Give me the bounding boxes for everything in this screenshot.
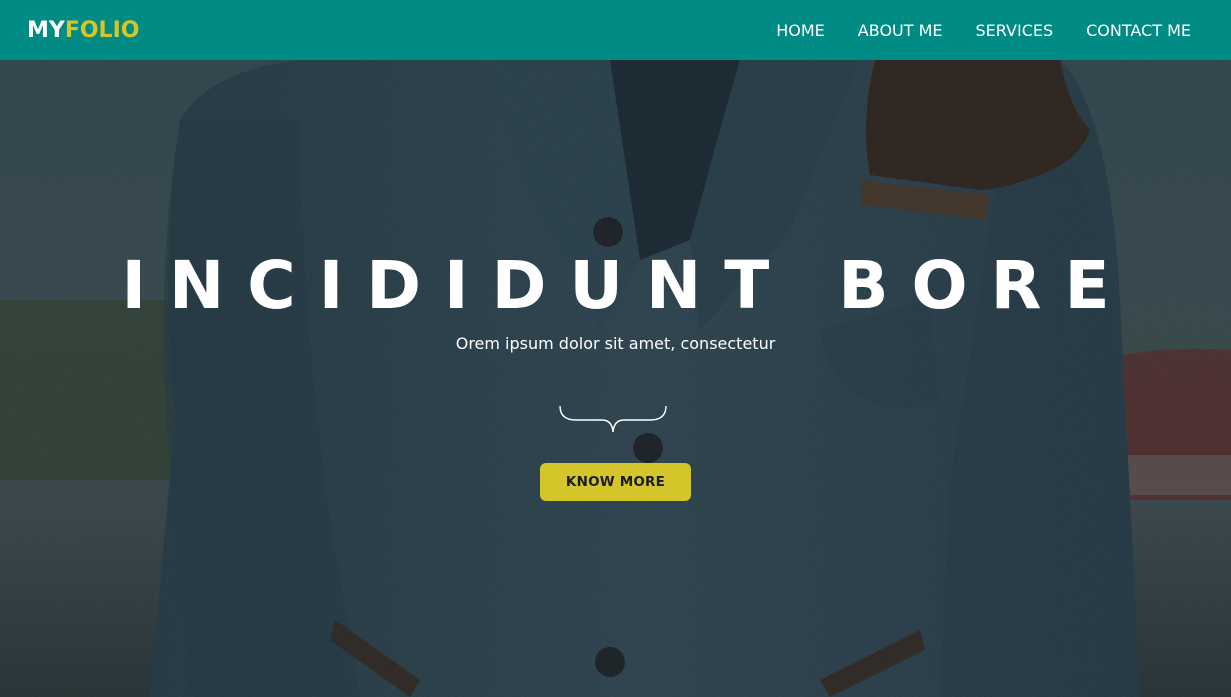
nav-item-contact-me[interactable]: CONTACT ME bbox=[1086, 21, 1191, 40]
hero-section: INCIDIDUNT BORE Orem ipsum dolor sit ame… bbox=[0, 0, 1231, 697]
curly-brace-divider-icon bbox=[559, 405, 667, 433]
hero-content: INCIDIDUNT BORE Orem ipsum dolor sit ame… bbox=[0, 0, 1231, 697]
top-navbar: MYFOLIO HOME ABOUT ME SERVICES CONTACT M… bbox=[0, 0, 1231, 60]
nav-item-about-me[interactable]: ABOUT ME bbox=[858, 21, 943, 40]
brand-logo-part-my: MY bbox=[27, 17, 65, 43]
hero-subtitle: Orem ipsum dolor sit amet, consectetur bbox=[455, 334, 776, 353]
nav-item-home[interactable]: HOME bbox=[776, 21, 825, 40]
nav-item-services[interactable]: SERVICES bbox=[976, 21, 1054, 40]
brand-logo[interactable]: MYFOLIO bbox=[27, 18, 139, 43]
brand-logo-part-folio: FOLIO bbox=[64, 17, 140, 43]
know-more-button[interactable]: KNOW MORE bbox=[540, 463, 691, 501]
nav-menu: HOME ABOUT ME SERVICES CONTACT ME bbox=[743, 21, 1191, 40]
hero-title: INCIDIDUNT BORE bbox=[121, 247, 1133, 324]
